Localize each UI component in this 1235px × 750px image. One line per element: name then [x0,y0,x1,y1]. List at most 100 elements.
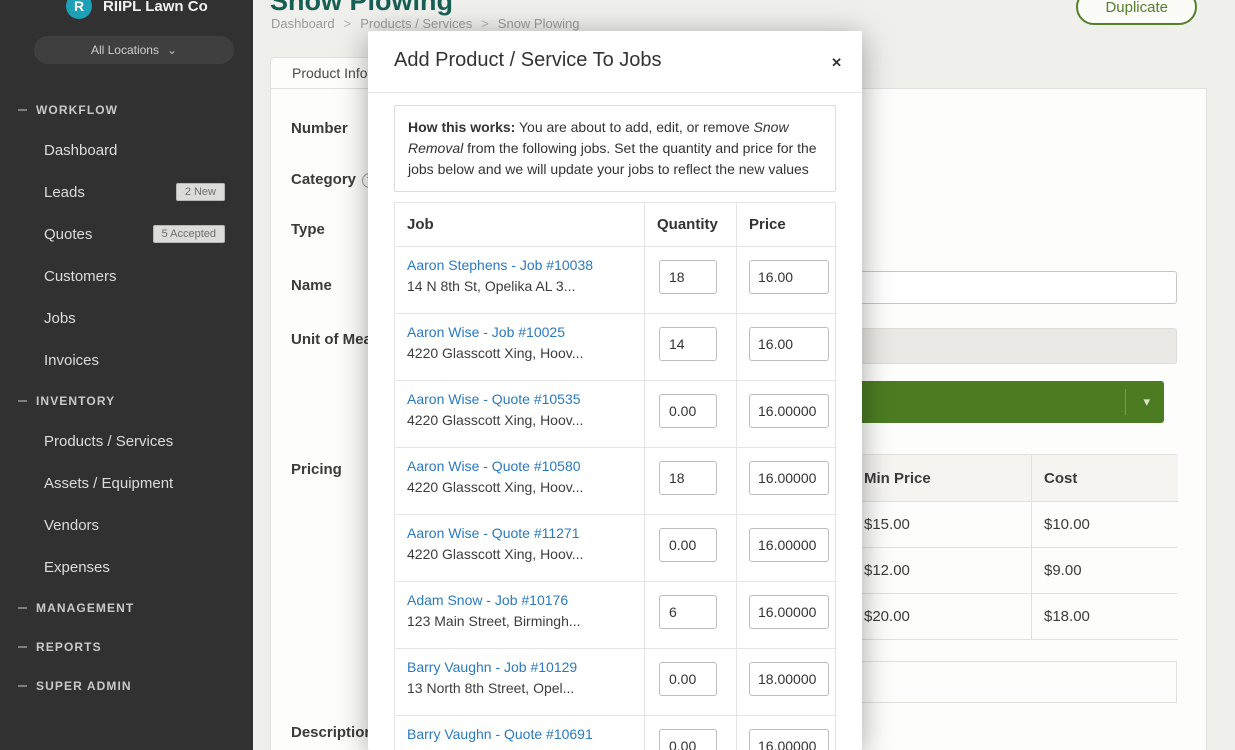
job-link[interactable]: Barry Vaughn - Quote #10691 [407,726,636,742]
price-cell [737,716,837,750]
modal-close-button[interactable]: ✕ [825,51,848,75]
duplicate-button[interactable]: Duplicate [1076,0,1197,25]
job-address: 4220 Glasscott Xing, Hoov... [407,345,636,361]
sidebar-item-dashboard[interactable]: Dashboard [0,129,253,171]
job-link[interactable]: Adam Snow - Job #10176 [407,592,636,608]
nav-section-reports[interactable]: REPORTS [0,627,253,666]
category-label: Category? [291,171,377,188]
job-link[interactable]: Aaron Wise - Job #10025 [407,324,636,340]
pricing-cell-min-price: $15.00 [852,502,1032,548]
sidebar-item-label: Products / Services [44,433,173,450]
job-cell: Barry Vaughn - Quote #10691 14 North 8th… [395,716,645,750]
location-selector-label: All Locations [91,43,159,57]
quantity-input[interactable] [659,461,717,495]
quantity-input[interactable] [659,595,717,629]
job-link[interactable]: Aaron Wise - Quote #11271 [407,525,636,541]
category-label-text: Category [291,171,356,188]
job-link[interactable]: Aaron Wise - Quote #10535 [407,391,636,407]
app-root: R RIIPL Lawn Co All Locations ⌄ WORKFLOW… [0,0,1235,750]
quantity-cell [645,381,737,448]
sidebar-nav: WORKFLOW Dashboard Leads 2 New Quotes 5 … [0,90,253,705]
job-address: 13 North 8th Street, Opel... [407,680,636,696]
price-input[interactable] [749,260,829,294]
job-row: Barry Vaughn - Job #10129 13 North 8th S… [395,649,835,716]
page-title: Snow Plowing [270,0,453,17]
job-row: Aaron Wise - Quote #10535 4220 Glasscott… [395,381,835,448]
sidebar-item-quotes[interactable]: Quotes 5 Accepted [0,213,253,255]
note-bold: How this works: [408,119,515,135]
job-cell: Aaron Wise - Job #10025 4220 Glasscott X… [395,314,645,381]
quantity-input[interactable] [659,394,717,428]
pricing-cell-cost: $10.00 [1032,502,1178,548]
breadcrumb-dashboard[interactable]: Dashboard [271,16,335,31]
company-name: RIIPL Lawn Co [103,0,208,15]
price-input[interactable] [749,662,829,696]
modal-header: Add Product / Service To Jobs ✕ [368,31,862,93]
name-label: Name [291,277,332,294]
job-cell: Aaron Wise - Quote #10535 4220 Glasscott… [395,381,645,448]
job-column-header: Job [395,203,645,247]
sidebar: R RIIPL Lawn Co All Locations ⌄ WORKFLOW… [0,0,253,750]
quantity-input[interactable] [659,528,717,562]
nav-section-label: SUPER ADMIN [36,679,132,693]
quantity-input[interactable] [659,662,717,696]
section-dash [18,109,27,111]
sidebar-item-label: Leads [44,184,85,201]
chevron-down-icon: ⌄ [167,43,177,57]
quantity-input[interactable] [659,327,717,361]
nav-section-label: REPORTS [36,640,102,654]
sidebar-item-vendors[interactable]: Vendors [0,504,253,546]
breadcrumb-separator: > [344,16,352,31]
nav-section-management[interactable]: MANAGEMENT [0,588,253,627]
sidebar-item-products-services[interactable]: Products / Services [0,420,253,462]
sidebar-item-jobs[interactable]: Jobs [0,297,253,339]
job-row: Aaron Wise - Quote #11271 4220 Glasscott… [395,515,835,582]
price-cell [737,649,837,716]
price-input[interactable] [749,461,829,495]
sidebar-item-customers[interactable]: Customers [0,255,253,297]
price-input[interactable] [749,595,829,629]
section-dash [18,685,27,687]
price-column-header: Price [737,203,837,247]
job-link[interactable]: Aaron Wise - Quote #10580 [407,458,636,474]
pricing-cell-min-price: $12.00 [852,548,1032,594]
job-link[interactable]: Aaron Stephens - Job #10038 [407,257,636,273]
price-input[interactable] [749,528,829,562]
quantity-cell [645,247,737,314]
sidebar-item-label: Invoices [44,352,99,369]
location-selector[interactable]: All Locations ⌄ [34,36,234,64]
nav-section-inventory[interactable]: INVENTORY [0,381,253,420]
job-address: 4220 Glasscott Xing, Hoov... [407,412,636,428]
add-product-service-modal: Add Product / Service To Jobs ✕ How this… [368,31,862,750]
job-link[interactable]: Barry Vaughn - Job #10129 [407,659,636,675]
close-icon: ✕ [831,55,842,70]
sidebar-item-label: Expenses [44,559,110,576]
quantity-cell [645,515,737,582]
note-text-2: from the following jobs. Set the quantit… [408,140,817,177]
price-cell [737,448,837,515]
how-this-works-note: How this works: You are about to add, ed… [394,105,836,192]
job-address: 4220 Glasscott Xing, Hoov... [407,479,636,495]
sidebar-item-assets-equipment[interactable]: Assets / Equipment [0,462,253,504]
sidebar-item-label: Vendors [44,517,99,534]
breadcrumb-products-services[interactable]: Products / Services [360,16,472,31]
quotes-badge: 5 Accepted [153,225,225,243]
job-row: Aaron Wise - Quote #10580 4220 Glasscott… [395,448,835,515]
sidebar-item-expenses[interactable]: Expenses [0,546,253,588]
price-input[interactable] [749,729,829,750]
sidebar-item-invoices[interactable]: Invoices [0,339,253,381]
breadcrumb: Dashboard > Products / Services > Snow P… [271,16,579,31]
job-cell: Aaron Wise - Quote #10580 4220 Glasscott… [395,448,645,515]
pricing-cell-cost: $9.00 [1032,548,1178,594]
nav-section-workflow[interactable]: WORKFLOW [0,90,253,129]
quantity-input[interactable] [659,260,717,294]
nav-section-super-admin[interactable]: SUPER ADMIN [0,666,253,705]
job-address: 14 N 8th St, Opelika AL 3... [407,278,636,294]
price-input[interactable] [749,394,829,428]
pricing-cell-min-price: $20.00 [852,594,1032,640]
quantity-cell [645,448,737,515]
quantity-input[interactable] [659,729,717,750]
sidebar-item-leads[interactable]: Leads 2 New [0,171,253,213]
sidebar-item-label: Customers [44,268,117,285]
price-input[interactable] [749,327,829,361]
